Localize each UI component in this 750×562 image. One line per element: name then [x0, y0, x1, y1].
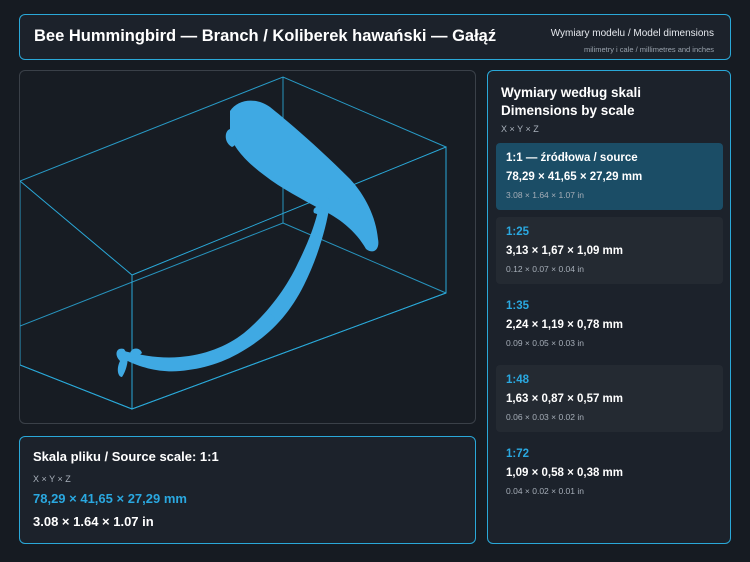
scales-title-polish: Wymiary według skali — [501, 85, 642, 100]
scale-dimensions-inches: 0.09 × 0.05 × 0.03 in — [506, 338, 584, 348]
scale-dimensions-inches: 0.06 × 0.03 × 0.02 in — [506, 412, 584, 422]
model-render — [20, 76, 447, 410]
branch-model — [116, 100, 379, 377]
model-viewport[interactable] — [19, 70, 476, 424]
dimensions-label: Wymiary modelu / Model dimensions — [550, 28, 714, 39]
scale-name: 1:48 — [506, 374, 530, 386]
scales-title-english: Dimensions by scale — [501, 103, 635, 118]
scale-card-1-48[interactable]: 1:48 1,63 × 0,87 × 0,57 mm 0.06 × 0.03 ×… — [496, 365, 723, 432]
scale-card-1-72[interactable]: 1:72 1,09 × 0,58 × 0,38 mm 0.04 × 0.02 ×… — [496, 439, 723, 506]
scale-dimensions-mm: 3,13 × 1,67 × 1,09 mm — [506, 245, 624, 257]
page-title: Bee Hummingbird — Branch / Koliberek haw… — [34, 27, 497, 45]
scale-name: 1:1 — źródłowa / source — [506, 152, 638, 164]
scale-name: 1:25 — [506, 226, 530, 238]
dimensions-units-note: milimetry i cale / millimetres and inche… — [583, 45, 714, 54]
scale-dimensions-inches: 0.04 × 0.02 × 0.01 in — [506, 486, 584, 496]
scales-panel: Wymiary według skali Dimensions by scale… — [487, 70, 731, 544]
scale-dimensions-mm: 78,29 × 41,65 × 27,29 mm — [506, 171, 643, 183]
source-dimensions-mm: 78,29 × 41,65 × 27,29 mm — [33, 491, 187, 506]
scale-name: 1:72 — [506, 448, 530, 460]
scale-card-1-35[interactable]: 1:35 2,24 × 1,19 × 0,78 mm 0.09 × 0.05 ×… — [496, 291, 723, 358]
axis-order-label: X × Y × Z — [501, 124, 539, 134]
scales-title: Wymiary według skali Dimensions by scale — [501, 84, 641, 120]
scale-dimensions-mm: 1,09 × 0,58 × 0,38 mm — [506, 467, 624, 479]
scale-name: 1:35 — [506, 300, 530, 312]
scale-card-1-1[interactable]: 1:1 — źródłowa / source 78,29 × 41,65 × … — [496, 143, 723, 210]
scale-dimensions-inches: 3.08 × 1.64 × 1.07 in — [506, 190, 584, 200]
source-scale-title: Skala pliku / Source scale: 1:1 — [33, 449, 219, 464]
header-bar: Bee Hummingbird — Branch / Koliberek haw… — [19, 14, 731, 60]
scale-card-1-25[interactable]: 1:25 3,13 × 1,67 × 1,09 mm 0.12 × 0.07 ×… — [496, 217, 723, 284]
scale-dimensions-mm: 2,24 × 1,19 × 0,78 mm — [506, 319, 624, 331]
axis-order-label: X × Y × Z — [33, 474, 71, 484]
source-dimensions-inches: 3.08 × 1.64 × 1.07 in — [33, 514, 154, 529]
scale-dimensions-mm: 1,63 × 0,87 × 0,57 mm — [506, 393, 624, 405]
source-scale-panel: Skala pliku / Source scale: 1:1 X × Y × … — [19, 436, 476, 544]
scale-dimensions-inches: 0.12 × 0.07 × 0.04 in — [506, 264, 584, 274]
